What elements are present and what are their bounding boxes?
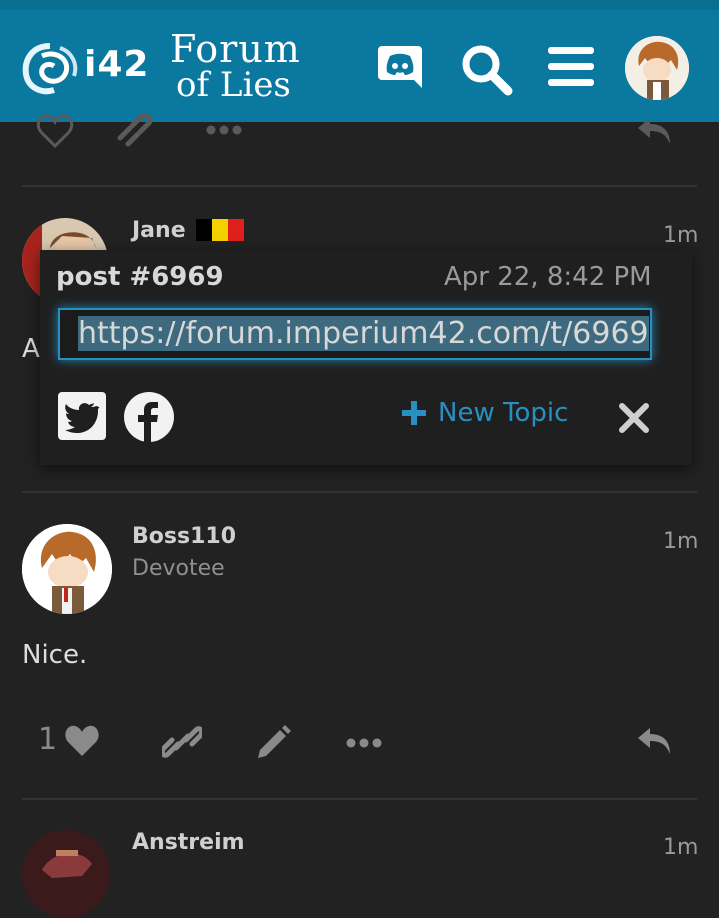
discord-icon[interactable] xyxy=(376,42,424,92)
edit-icon[interactable] xyxy=(254,724,292,762)
username[interactable]: Jane xyxy=(132,218,186,243)
plus-icon xyxy=(402,401,426,425)
forum-title-line2: of Lies xyxy=(176,65,291,105)
menu-icon[interactable] xyxy=(546,44,596,90)
search-icon[interactable] xyxy=(458,42,514,96)
like-button[interactable]: 1 xyxy=(38,722,101,757)
more-icon[interactable] xyxy=(344,735,384,749)
share-url-input[interactable]: https://forum.imperium42.com/t/6969 xyxy=(58,308,652,360)
post-time[interactable]: 1m xyxy=(663,223,698,248)
post-divider xyxy=(22,185,697,187)
share-popup: post #6969 Apr 22, 8:42 PM https://forum… xyxy=(40,250,692,465)
username[interactable]: Boss110 xyxy=(132,524,236,549)
site-header: i42 Forum of Lies xyxy=(0,0,719,122)
more-icon[interactable] xyxy=(204,122,244,136)
post-divider xyxy=(22,798,697,800)
belgium-flag-icon xyxy=(196,219,244,241)
header-top-strip xyxy=(0,0,719,10)
new-topic-label: New Topic xyxy=(438,398,569,428)
post-time[interactable]: 1m xyxy=(663,835,698,860)
facebook-icon[interactable] xyxy=(124,392,174,442)
user-title: Devotee xyxy=(132,556,225,581)
like-icon[interactable] xyxy=(36,112,74,149)
share-popup-date: Apr 22, 8:42 PM xyxy=(444,262,652,292)
share-url-text: https://forum.imperium42.com/t/6969 xyxy=(78,316,649,351)
logo-text: i42 xyxy=(84,44,150,85)
post-body: Nice. xyxy=(22,640,88,670)
user-avatar[interactable] xyxy=(625,36,689,100)
like-count: 1 xyxy=(38,722,58,757)
post-divider xyxy=(22,491,697,493)
heart-icon xyxy=(65,725,99,756)
link-icon[interactable] xyxy=(159,724,205,760)
username[interactable]: Anstreim xyxy=(132,830,245,855)
twitter-icon[interactable] xyxy=(58,392,106,440)
reply-icon[interactable] xyxy=(636,726,674,758)
avatar[interactable] xyxy=(22,524,112,614)
new-topic-button[interactable]: New Topic xyxy=(400,398,568,428)
post-time[interactable]: 1m xyxy=(663,529,698,554)
forum-title[interactable]: Forum of Lies xyxy=(170,30,301,102)
avatar[interactable] xyxy=(22,830,110,918)
share-popup-title: post #6969 xyxy=(56,262,224,292)
reply-icon[interactable] xyxy=(636,116,674,148)
close-icon[interactable] xyxy=(618,402,650,434)
forum-title-line1: Forum xyxy=(170,27,301,71)
link-icon[interactable] xyxy=(114,112,154,148)
post-body: A xyxy=(22,334,40,364)
site-logo[interactable] xyxy=(20,40,82,96)
